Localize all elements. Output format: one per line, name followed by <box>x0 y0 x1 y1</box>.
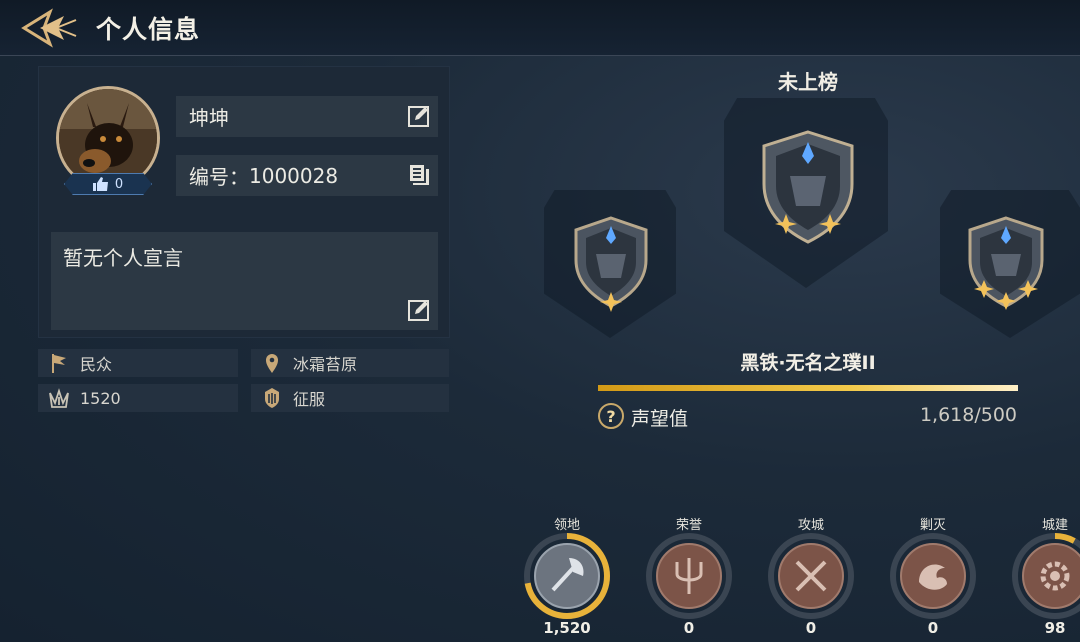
achievement-value: 0 <box>683 619 695 637</box>
rank-badge-1-star[interactable] <box>566 214 656 314</box>
crown-wings-icon <box>49 388 69 408</box>
rank-tier-name: 黑铁·无名之璞II <box>740 352 876 374</box>
location-text: 冰霜苔原 <box>293 355 358 374</box>
prestige-help-button[interactable]: ? <box>598 403 624 429</box>
manifesto-box[interactable]: 暂无个人宣言 <box>51 232 438 330</box>
edit-icon[interactable] <box>407 298 431 322</box>
achievement-construction[interactable]: 城建 98 <box>1009 512 1080 642</box>
achievement-value: 98 <box>1044 619 1066 637</box>
achievement-label: 攻城 <box>797 518 824 533</box>
like-count: 0 <box>114 176 124 192</box>
rank-badge-3-star[interactable] <box>960 214 1052 314</box>
prestige-value: 1,618/500 <box>919 404 1017 426</box>
rank-badge-2-star[interactable] <box>752 128 864 252</box>
achievement-label: 荣誉 <box>675 518 702 533</box>
achievement-medal <box>768 533 854 619</box>
achievement-annihilate[interactable]: 剿灭 0 <box>887 512 979 642</box>
top-bar: 个人信息 <box>0 0 1080 56</box>
achievement-medal <box>890 533 976 619</box>
location-cell: 冰霜苔原 <box>251 349 449 377</box>
leaderboard-status: 未上榜 <box>778 70 838 94</box>
achievement-honor[interactable]: 荣誉 0 <box>643 512 735 642</box>
identity-cell: 民众 <box>38 349 238 377</box>
achievement-label: 领地 <box>553 518 580 533</box>
back-button[interactable] <box>20 8 78 48</box>
copy-icon[interactable] <box>407 163 431 187</box>
manifesto-text: 暂无个人宣言 <box>63 246 183 270</box>
dog-portrait-icon <box>59 89 157 187</box>
conquest-emblem-icon <box>265 388 279 408</box>
power-value: 1520 <box>80 388 121 408</box>
player-id-field: 编号： 1000028 <box>176 155 438 196</box>
player-name: 坤坤 <box>189 106 229 130</box>
back-arrow-icon <box>21 8 77 48</box>
prestige-progress-fill <box>598 385 1018 391</box>
like-badge[interactable]: 0 <box>64 173 152 195</box>
flag-icon <box>52 354 66 373</box>
achievement-label: 剿灭 <box>919 518 946 533</box>
prestige-label: 声望值 <box>631 408 689 430</box>
achievement-territory[interactable]: 领地 1,520 <box>521 512 613 642</box>
achievement-medal <box>1012 533 1080 619</box>
prestige-progress-bar <box>598 385 1018 391</box>
player-id-value: 1000028 <box>249 163 339 188</box>
page-title: 个人信息 <box>96 15 201 44</box>
player-id-label: 编号： <box>189 165 249 189</box>
power-cell: 1520 <box>38 384 238 412</box>
achievement-value: 1,520 <box>543 619 591 637</box>
achievement-label: 城建 <box>1041 518 1068 533</box>
edit-icon[interactable] <box>407 104 431 128</box>
status-cell: 征服 <box>251 384 449 412</box>
status-text: 征服 <box>293 390 326 409</box>
achievement-siege[interactable]: 攻城 0 <box>765 512 857 642</box>
thumbs-up-icon <box>92 177 108 191</box>
location-pin-icon <box>266 354 278 373</box>
achievement-medal <box>646 533 732 619</box>
identity-text: 民众 <box>80 355 113 374</box>
achievement-value: 0 <box>927 619 939 637</box>
name-field: 坤坤 <box>176 96 438 137</box>
achievement-value: 0 <box>805 619 817 637</box>
achievement-medal <box>524 533 610 619</box>
